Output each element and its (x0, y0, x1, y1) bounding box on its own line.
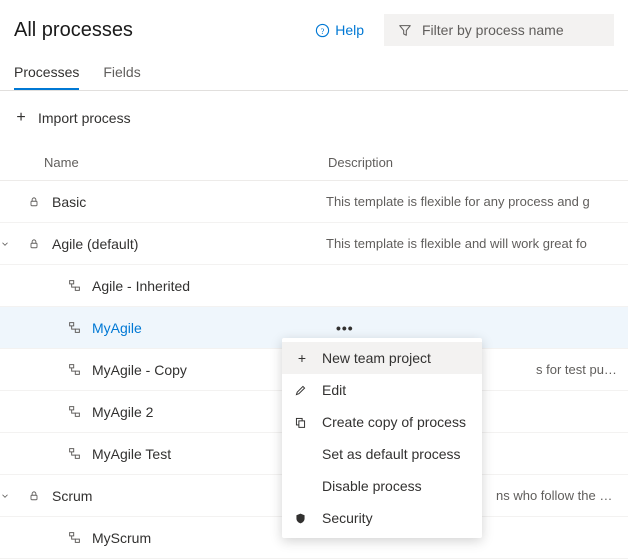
menu-label: Create copy of process (322, 414, 466, 430)
tab-processes[interactable]: Processes (14, 54, 79, 90)
inherited-icon (68, 531, 86, 544)
help-label: Help (335, 22, 364, 38)
process-name: Agile - Inherited (86, 278, 336, 294)
menu-label: Disable process (322, 478, 422, 494)
context-menu: + New team project Edit Create copy of p… (282, 338, 482, 538)
import-process-label: Import process (38, 110, 131, 126)
lock-icon (28, 196, 46, 208)
menu-label: New team project (322, 350, 431, 366)
menu-label: Edit (322, 382, 346, 398)
table-row[interactable]: Basic This template is flexible for any … (0, 181, 628, 223)
process-desc: This template is flexible and will work … (326, 236, 628, 251)
table-row[interactable]: Agile (default) This template is flexibl… (0, 223, 628, 265)
chevron-down-icon[interactable] (0, 239, 28, 249)
menu-new-team-project[interactable]: + New team project (282, 342, 482, 374)
process-name: MyAgile (86, 320, 336, 336)
copy-icon (294, 416, 310, 429)
table-row[interactable]: Agile - Inherited (0, 265, 628, 307)
page-header: All processes ? Help (0, 0, 628, 46)
help-icon: ? (315, 23, 330, 38)
menu-label: Security (322, 510, 373, 526)
help-link[interactable]: ? Help (315, 22, 364, 38)
menu-security[interactable]: Security (282, 502, 482, 534)
filter-input[interactable] (422, 22, 600, 38)
inherited-icon (68, 279, 86, 292)
plus-icon: + (14, 109, 28, 127)
shield-icon (294, 512, 310, 525)
column-header-description[interactable]: Description (328, 155, 614, 170)
import-process-button[interactable]: + Import process (0, 91, 628, 145)
menu-disable[interactable]: Disable process (282, 470, 482, 502)
plus-icon: + (294, 350, 310, 366)
svg-text:?: ? (321, 25, 325, 35)
filter-box[interactable] (384, 14, 614, 46)
more-actions-button[interactable]: ••• (336, 320, 366, 336)
menu-edit[interactable]: Edit (282, 374, 482, 406)
table-header: Name Description (0, 145, 628, 181)
tab-fields[interactable]: Fields (103, 54, 140, 90)
process-desc: This template is flexible for any proces… (326, 194, 628, 209)
filter-icon (398, 23, 412, 37)
chevron-down-icon[interactable] (0, 491, 28, 501)
process-name: Basic (46, 194, 296, 210)
process-name: Scrum (46, 488, 296, 504)
menu-set-default[interactable]: Set as default process (282, 438, 482, 470)
inherited-icon (68, 363, 86, 376)
menu-create-copy[interactable]: Create copy of process (282, 406, 482, 438)
inherited-icon (68, 321, 86, 334)
process-name: Agile (default) (46, 236, 296, 252)
edit-icon (294, 384, 310, 397)
inherited-icon (68, 405, 86, 418)
tab-bar: Processes Fields (0, 54, 628, 91)
page-title: All processes (14, 19, 315, 42)
inherited-icon (68, 447, 86, 460)
lock-icon (28, 490, 46, 502)
lock-icon (28, 238, 46, 250)
menu-label: Set as default process (322, 446, 461, 462)
column-header-name[interactable]: Name (44, 155, 328, 170)
